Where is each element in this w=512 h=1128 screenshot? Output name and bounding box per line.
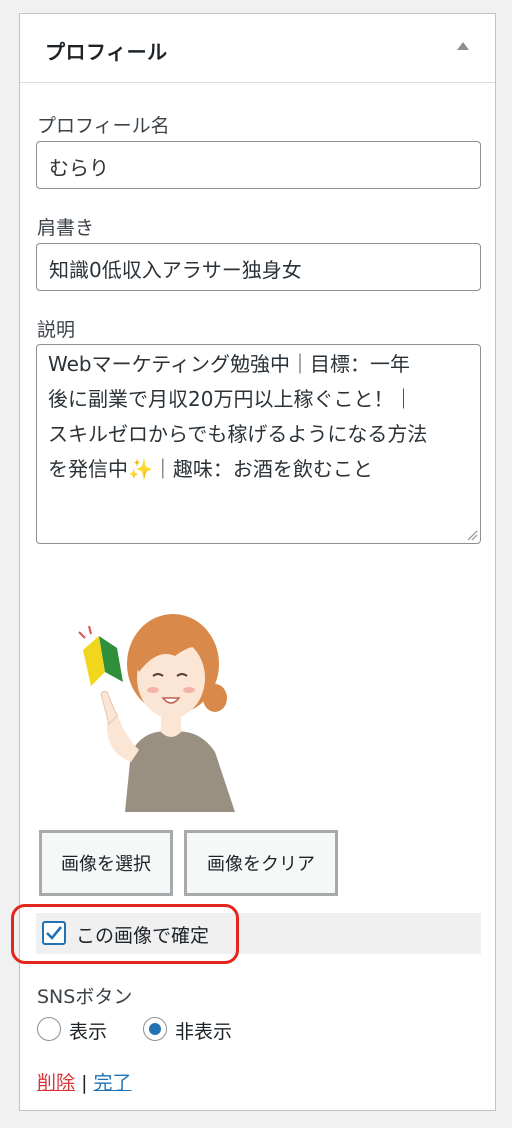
sns-radio-hide[interactable] [143,1017,167,1041]
done-link[interactable]: 完了 [94,1072,132,1094]
sns-option-show: 表示 [69,1021,108,1043]
description-line: 後に副業で月収20万円以上稼ぐこと！｜ [48,387,414,411]
sns-label: SNSボタン [37,986,133,1008]
profile-name-label: プロフィール名 [37,115,170,137]
beginner-mark-icon [78,625,123,686]
triangle-up-icon[interactable] [457,42,469,50]
action-links: 削除 | 完了 [37,1068,132,1095]
description-line: を発信中✨｜趣味：お酒を飲むこと [48,457,373,481]
title-label: 肩書き [37,217,95,239]
description-line: Webマーケティング勉強中｜目標：一年 [48,352,411,376]
description-line: スキルゼロからでも稼げるようになる方法 [48,422,428,446]
sns-radio-show[interactable] [37,1017,61,1041]
description-label: 説明 [37,319,76,341]
profile-name-input[interactable]: むらり [36,141,481,189]
sparkles-icon: ✨ [128,457,153,481]
sns-option-hide: 非表示 [175,1021,233,1043]
delete-link[interactable]: 削除 [37,1072,75,1094]
profile-image [78,614,235,812]
select-image-button[interactable]: 画像を選択 [39,830,173,896]
title-input[interactable]: 知識0低収入アラサー独身女 [36,243,481,291]
highlight-annotation [11,904,239,964]
resize-handle-icon[interactable] [466,529,478,541]
action-separator: | [81,1072,88,1094]
profile-widget: プロフィール プロフィール名 むらり 肩書き 知識0低収入アラサー独身女 説明 … [11,13,496,1111]
widget-title: プロフィール [45,40,168,64]
widget-header[interactable]: プロフィール [20,14,495,83]
description-textarea[interactable]: Webマーケティング勉強中｜目標：一年 後に副業で月収20万円以上稼ぐこと！｜ … [36,344,481,544]
clear-image-button[interactable]: 画像をクリア [184,830,338,896]
